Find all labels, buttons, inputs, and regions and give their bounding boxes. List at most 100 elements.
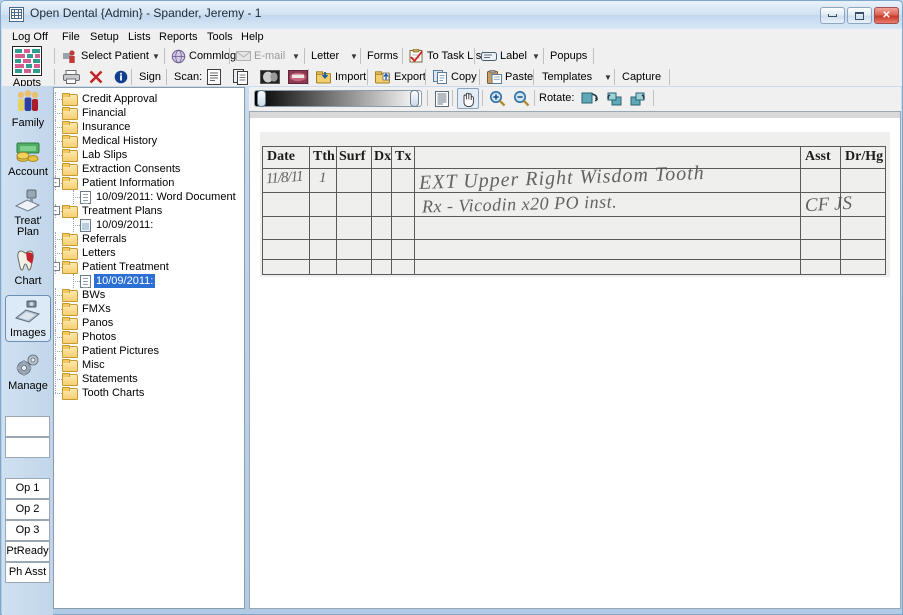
- tree-folder-node[interactable]: Patient Pictures: [62, 344, 161, 358]
- viewer-toolbar: Rotate:: [249, 87, 901, 111]
- tree-folder-node[interactable]: Medical History: [62, 134, 159, 148]
- document-tree[interactable]: Credit ApprovalFinancialInsuranceMedical…: [53, 87, 245, 609]
- tree-folder-node[interactable]: Referrals: [62, 232, 129, 246]
- tree-folder-node[interactable]: Treatment Plans: [62, 204, 164, 218]
- menu-reports[interactable]: Reports: [154, 30, 203, 45]
- sidebar-item-account[interactable]: Account: [6, 137, 50, 178]
- sidebar-item-chart[interactable]: Chart: [6, 246, 50, 287]
- tree-node-label: 10/09/2011: Word Document: [94, 190, 238, 204]
- print-button[interactable]: [58, 67, 85, 87]
- rotate-flip-icon[interactable]: [579, 88, 601, 109]
- select-patient-dropdown[interactable]: ▼: [147, 46, 165, 66]
- brightness-contrast-slider[interactable]: [254, 90, 422, 107]
- document-lines-icon[interactable]: [431, 88, 453, 109]
- printer-icon: [63, 70, 80, 84]
- export-button[interactable]: Export: [370, 67, 431, 87]
- tree-folder-node[interactable]: Letters: [62, 246, 118, 260]
- op-blank-2[interactable]: [5, 437, 50, 458]
- magnifier-plus-icon[interactable]: [486, 88, 508, 109]
- tree-folder-node[interactable]: Photos: [62, 330, 118, 344]
- app-grid-icon: [9, 7, 24, 22]
- letter-button[interactable]: Letter: [306, 46, 344, 66]
- tree-document-node[interactable]: 10/09/2011:: [80, 274, 155, 288]
- menu-tools[interactable]: Tools: [202, 30, 238, 45]
- tree-expander[interactable]: -: [53, 178, 60, 187]
- minimize-button[interactable]: [820, 7, 845, 24]
- sidebar-item-family[interactable]: Family: [6, 88, 50, 129]
- label-button[interactable]: Label: [476, 46, 532, 66]
- scan-xray-button[interactable]: [255, 67, 285, 87]
- tree-folder-node[interactable]: Extraction Consents: [62, 162, 182, 176]
- tree-folder-node[interactable]: FMXs: [62, 302, 113, 316]
- tree-folder-node[interactable]: Misc: [62, 358, 107, 372]
- window-title: Open Dental {Admin} - Spander, Jeremy - …: [30, 6, 261, 20]
- sign-button[interactable]: Sign: [134, 67, 166, 87]
- sidebar-item-treat-plan[interactable]: Treat' Plan: [6, 186, 50, 238]
- tree-folder-node[interactable]: Panos: [62, 316, 115, 330]
- tree-folder-node[interactable]: Lab Slips: [62, 148, 129, 162]
- paste-button[interactable]: Paste: [482, 67, 538, 87]
- tree-folder-node[interactable]: Credit Approval: [62, 92, 159, 106]
- person-icon: [63, 49, 78, 64]
- tree-folder-node[interactable]: Patient Treatment: [62, 260, 171, 274]
- hand-icon[interactable]: [457, 88, 479, 109]
- tree-folder-node[interactable]: BWs: [62, 288, 107, 302]
- document-icon: [207, 69, 221, 85]
- tree-node-label: FMXs: [80, 302, 113, 316]
- op-button-3[interactable]: Op 3: [5, 520, 50, 541]
- rotate-ccw-icon[interactable]: [603, 88, 625, 109]
- chevron-down-icon: ▼: [292, 52, 300, 61]
- scan-document-button[interactable]: [202, 67, 226, 87]
- slider-knob-high[interactable]: [410, 90, 419, 107]
- menu-setup[interactable]: Setup: [85, 30, 124, 45]
- viewer-canvas[interactable]: Date Tth Surf Dx Tx Asst Dr/Hg 11/8/11 1…: [249, 111, 901, 609]
- forms-button[interactable]: Forms: [362, 46, 403, 66]
- email-button[interactable]: E-mail: [231, 46, 290, 66]
- menu-log-off[interactable]: Log Off: [7, 30, 53, 45]
- tree-expander[interactable]: -: [53, 262, 60, 271]
- info-button[interactable]: [109, 67, 133, 87]
- tree-expander[interactable]: -: [53, 206, 60, 215]
- copy-button[interactable]: Copy: [428, 67, 482, 87]
- sidebar-item-images[interactable]: Images: [5, 295, 51, 342]
- import-button[interactable]: Import: [311, 67, 371, 87]
- capture-button[interactable]: Capture: [617, 67, 666, 87]
- scan-label-text: Scan:: [174, 71, 202, 83]
- phasst-button[interactable]: Ph Asst: [5, 562, 50, 583]
- tree-folder-node[interactable]: Financial: [62, 106, 128, 120]
- camera-icon: [13, 298, 43, 328]
- sidebar-item-manage[interactable]: Manage: [6, 351, 50, 392]
- tree-document-node[interactable]: 10/09/2011:: [80, 218, 155, 232]
- menu-help[interactable]: Help: [236, 30, 269, 45]
- tree-folder-node[interactable]: Tooth Charts: [62, 386, 146, 400]
- select-patient-button[interactable]: Select Patient: [58, 46, 154, 66]
- email-dropdown[interactable]: ▼: [287, 46, 305, 66]
- maximize-button[interactable]: [847, 7, 872, 24]
- multi-document-icon: [233, 69, 249, 85]
- magnifier-minus-icon[interactable]: [510, 88, 532, 109]
- money-icon: [13, 137, 43, 167]
- folder-icon: [62, 359, 77, 371]
- templates-button[interactable]: Templates: [537, 67, 597, 87]
- ptready-button[interactable]: PtReady: [5, 541, 50, 562]
- menu-lists[interactable]: Lists: [123, 30, 156, 45]
- op-button-1[interactable]: Op 1: [5, 478, 50, 499]
- delete-button[interactable]: [84, 67, 108, 87]
- rotate-cw-icon[interactable]: [627, 88, 649, 109]
- module-sidebar: Family Account: [2, 86, 53, 615]
- slider-knob-low[interactable]: [257, 90, 266, 107]
- family-icon: [13, 88, 43, 118]
- tree-node-label: Credit Approval: [80, 92, 159, 106]
- op-button-2[interactable]: Op 2: [5, 499, 50, 520]
- scan-multi-document-button[interactable]: [228, 67, 254, 87]
- tree-folder-node[interactable]: Insurance: [62, 120, 132, 134]
- close-button[interactable]: ✕: [874, 7, 899, 24]
- popups-button[interactable]: Popups: [545, 46, 592, 66]
- tree-document-node[interactable]: 10/09/2011: Word Document: [80, 190, 238, 204]
- folder-icon: [62, 233, 77, 245]
- tree-folder-node[interactable]: Patient Information: [62, 176, 176, 190]
- menu-file[interactable]: File: [57, 30, 85, 45]
- op-blank-1[interactable]: [5, 416, 50, 437]
- treatment-plan-document-icon: [80, 219, 91, 232]
- tree-folder-node[interactable]: Statements: [62, 372, 140, 386]
